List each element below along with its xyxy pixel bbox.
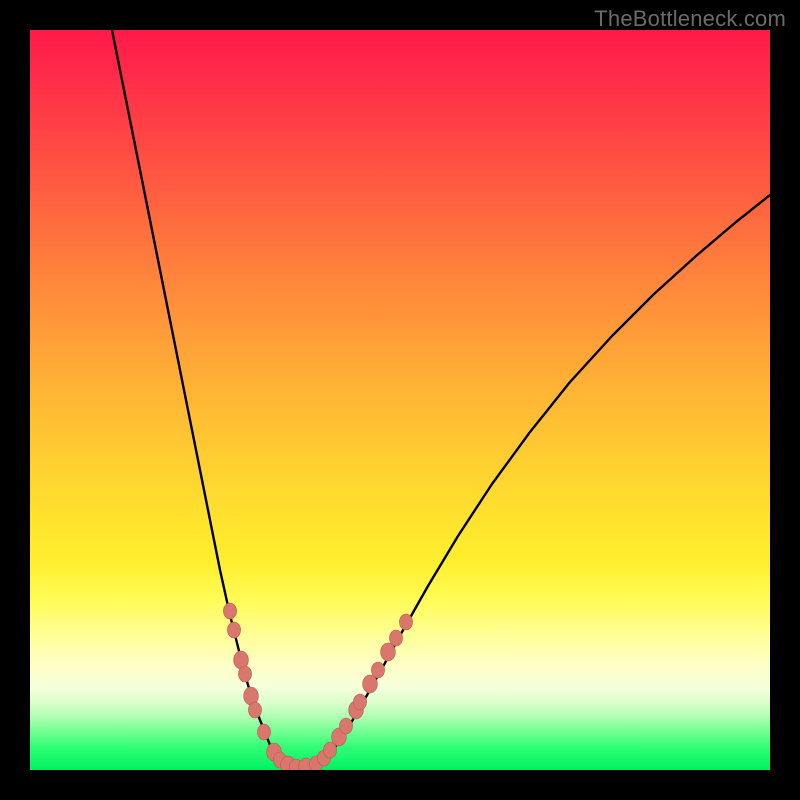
highlight-dot — [381, 643, 396, 661]
chart-frame: TheBottleneck.com — [0, 0, 800, 800]
watermark-text: TheBottleneck.com — [594, 6, 786, 32]
highlight-dot — [363, 675, 378, 693]
highlight-dot — [339, 718, 352, 734]
highlight-dot — [257, 724, 270, 740]
highlight-dot — [223, 603, 236, 619]
highlight-dot — [227, 622, 240, 638]
dots-group — [223, 603, 412, 770]
highlight-dot — [238, 666, 251, 682]
highlight-dot — [353, 694, 366, 710]
highlight-dot — [248, 702, 261, 718]
highlight-dot — [399, 614, 412, 630]
highlight-dot — [371, 662, 384, 678]
chart-svg — [30, 30, 770, 770]
plot-area — [30, 30, 770, 770]
curve-group — [112, 30, 770, 768]
highlight-dot — [389, 630, 402, 646]
bottleneck-curve — [112, 30, 770, 768]
